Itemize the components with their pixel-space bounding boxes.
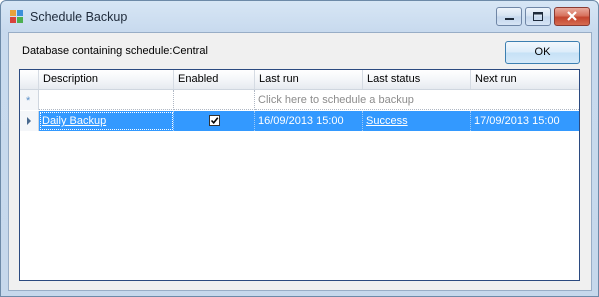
next-run-cell[interactable]: 17/09/2013 15:00 — [471, 111, 579, 131]
grid-header: Description Enabled Last run Last status… — [20, 70, 579, 90]
maximize-icon — [533, 12, 543, 21]
column-header-last-status[interactable]: Last status — [363, 70, 471, 89]
description-cell[interactable]: Daily Backup — [39, 111, 174, 131]
column-header-enabled[interactable]: Enabled — [174, 70, 255, 89]
selected-row-highlight: Daily Backup 16/09/2013 15:00 Success 17… — [39, 111, 579, 131]
minimize-button[interactable] — [496, 7, 522, 26]
title-bar[interactable]: Schedule Backup — [1, 1, 598, 33]
database-label: Database containing schedule:Central — [22, 45, 208, 57]
new-row[interactable]: * Click here to schedule a backup — [20, 90, 579, 110]
app-icon — [10, 10, 24, 24]
current-row-arrow-icon — [27, 117, 31, 125]
new-row-header[interactable]: * — [20, 90, 39, 110]
last-run-cell[interactable]: 16/09/2013 15:00 — [255, 111, 363, 131]
new-row-placeholder[interactable]: Click here to schedule a backup — [255, 90, 579, 110]
column-header-next-run[interactable]: Next run — [471, 70, 579, 89]
table-row[interactable]: Daily Backup 16/09/2013 15:00 Success 17… — [20, 111, 579, 131]
enabled-cell[interactable] — [174, 111, 255, 131]
checkmark-icon — [210, 117, 219, 125]
header-corner[interactable] — [20, 70, 39, 89]
ok-button[interactable]: OK — [505, 41, 580, 64]
window-title: Schedule Backup — [30, 10, 128, 24]
dialog-body: Database containing schedule:Central OK … — [8, 32, 592, 291]
schedule-backup-window: Schedule Backup Database containing sche… — [0, 0, 599, 297]
enabled-checkbox[interactable] — [209, 115, 220, 126]
new-row-description-cell[interactable] — [39, 90, 174, 110]
column-header-description[interactable]: Description — [39, 70, 174, 89]
maximize-button[interactable] — [525, 7, 551, 26]
new-row-asterisk-icon: * — [26, 95, 31, 107]
row-header[interactable] — [20, 111, 39, 131]
column-header-last-run[interactable]: Last run — [255, 70, 363, 89]
svg-text:*: * — [26, 95, 31, 107]
close-button[interactable] — [554, 7, 590, 26]
minimize-icon — [505, 18, 514, 20]
last-status-link[interactable]: Success — [363, 111, 471, 131]
schedule-grid[interactable]: Description Enabled Last run Last status… — [19, 69, 580, 281]
new-row-enabled-cell[interactable] — [174, 90, 255, 110]
close-icon — [567, 11, 577, 21]
